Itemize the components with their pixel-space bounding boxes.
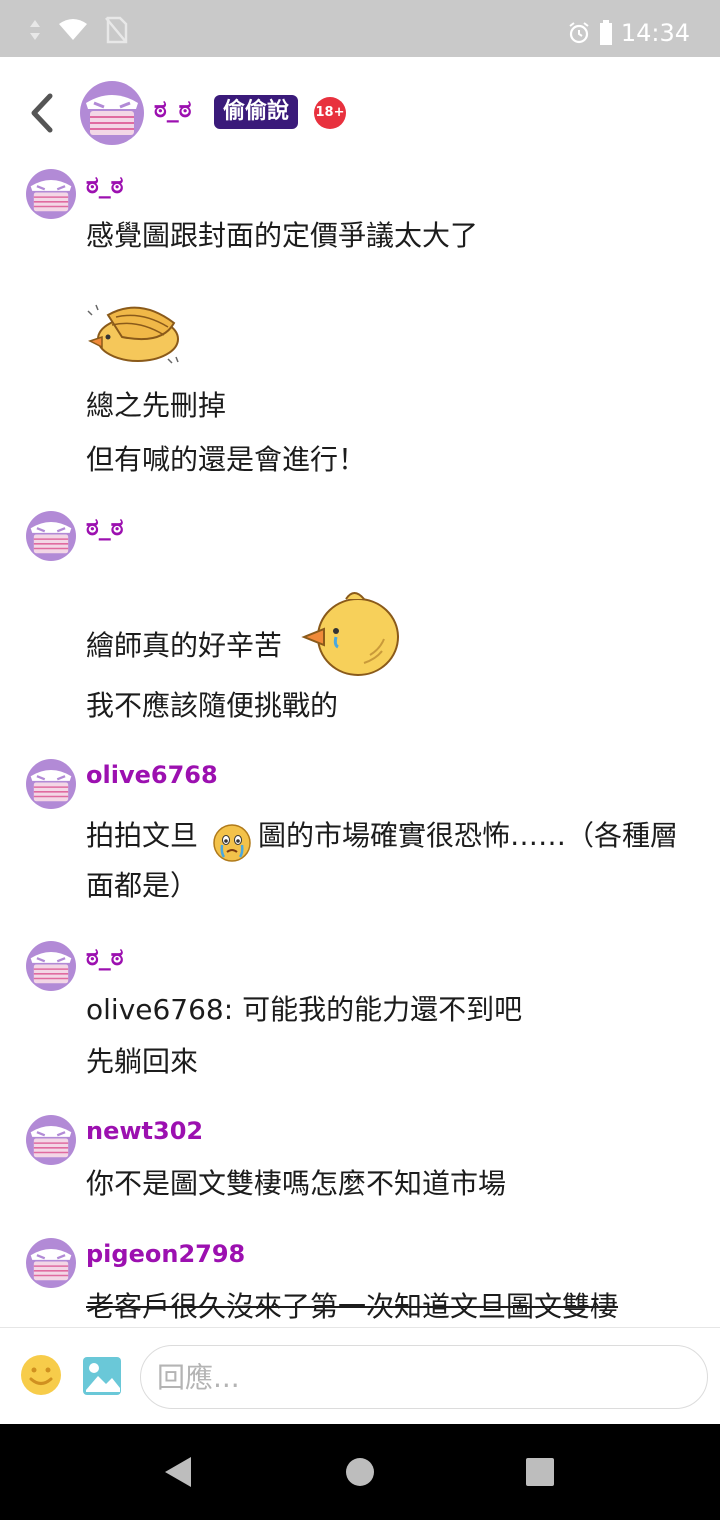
comment-author[interactable]: olive6768 — [86, 761, 218, 789]
crying-face-emoji — [213, 824, 251, 862]
home-circle-icon — [346, 1458, 374, 1486]
nav-home-button[interactable] — [342, 1454, 378, 1490]
comment-author[interactable]: ಠ_ಠ — [86, 513, 123, 541]
board-badge[interactable]: 偷偷說 — [214, 95, 299, 129]
no-sim-icon — [105, 16, 128, 44]
avatar[interactable] — [26, 169, 76, 219]
back-triangle-icon — [165, 1457, 191, 1487]
comment-text: 但有喊的還是會進行！ — [86, 443, 367, 476]
crying-chick-sticker — [301, 592, 399, 676]
comment-text: 老客戶很久沒來了第一次知道文旦圖文雙棲 — [86, 1290, 619, 1323]
status-bar: 14:34 — [0, 0, 720, 57]
nav-recents-button[interactable] — [522, 1454, 558, 1490]
header: ಠ_ಠ 偷偷說 18+ — [0, 57, 720, 169]
header-username[interactable]: ಠ_ಠ — [154, 95, 191, 123]
comment-text: 面都是） — [86, 869, 199, 902]
comment-text: 繪師真的好辛苦 — [86, 629, 283, 662]
comment-text: 感覺圖跟封面的定價爭議太大了 — [86, 219, 479, 252]
avatar[interactable] — [26, 759, 76, 809]
recents-square-icon — [526, 1458, 554, 1486]
nav-back-button[interactable] — [160, 1454, 196, 1490]
back-button[interactable] — [22, 91, 60, 135]
comment-text: olive6768: 可能我的能力還不到吧 — [86, 993, 523, 1026]
battery-icon — [599, 20, 612, 45]
comment-text: 我不應該隨便挑戰的 — [86, 689, 339, 722]
comment-text: 先躺回來 — [86, 1045, 199, 1078]
chevron-left-icon — [31, 93, 53, 133]
comment-text: 圖的市場確實很恐怖……（各種層 — [258, 819, 679, 852]
comment-text: 總之先刪掉 — [86, 389, 227, 422]
signal-icon — [30, 20, 40, 40]
avatar[interactable] — [26, 941, 76, 991]
comment-text: 拍拍文旦 — [86, 819, 199, 852]
navigation-bar — [0, 1424, 720, 1520]
yellow-bird-sticker — [87, 304, 179, 364]
comment-text: 你不是圖文雙棲嗎怎麼不知道市場 — [86, 1167, 507, 1200]
comment-author[interactable]: ಠ_ಠ — [86, 171, 123, 199]
alarm-icon — [569, 22, 589, 44]
age-badge: 18+ — [314, 97, 346, 129]
wifi-icon — [59, 19, 87, 40]
avatar[interactable] — [80, 81, 144, 145]
reply-input[interactable] — [140, 1345, 708, 1409]
comment-author[interactable]: ಠ_ಠ — [86, 943, 123, 971]
image-icon[interactable] — [82, 1356, 122, 1396]
reply-bar — [0, 1327, 720, 1424]
status-time: 14:34 — [620, 19, 690, 47]
avatar[interactable] — [26, 1115, 76, 1165]
comment-list[interactable]: ಠ_ಠ 感覺圖跟封面的定價爭議太大了 總之先刪掉 但有喊的還是會進行！ ಠ_ಠ … — [0, 169, 720, 1327]
avatar[interactable] — [26, 511, 76, 561]
comment-author[interactable]: newt302 — [86, 1117, 203, 1145]
comment-author[interactable]: pigeon2798 — [86, 1240, 245, 1268]
emoji-icon[interactable] — [20, 1354, 62, 1396]
avatar[interactable] — [26, 1238, 76, 1288]
